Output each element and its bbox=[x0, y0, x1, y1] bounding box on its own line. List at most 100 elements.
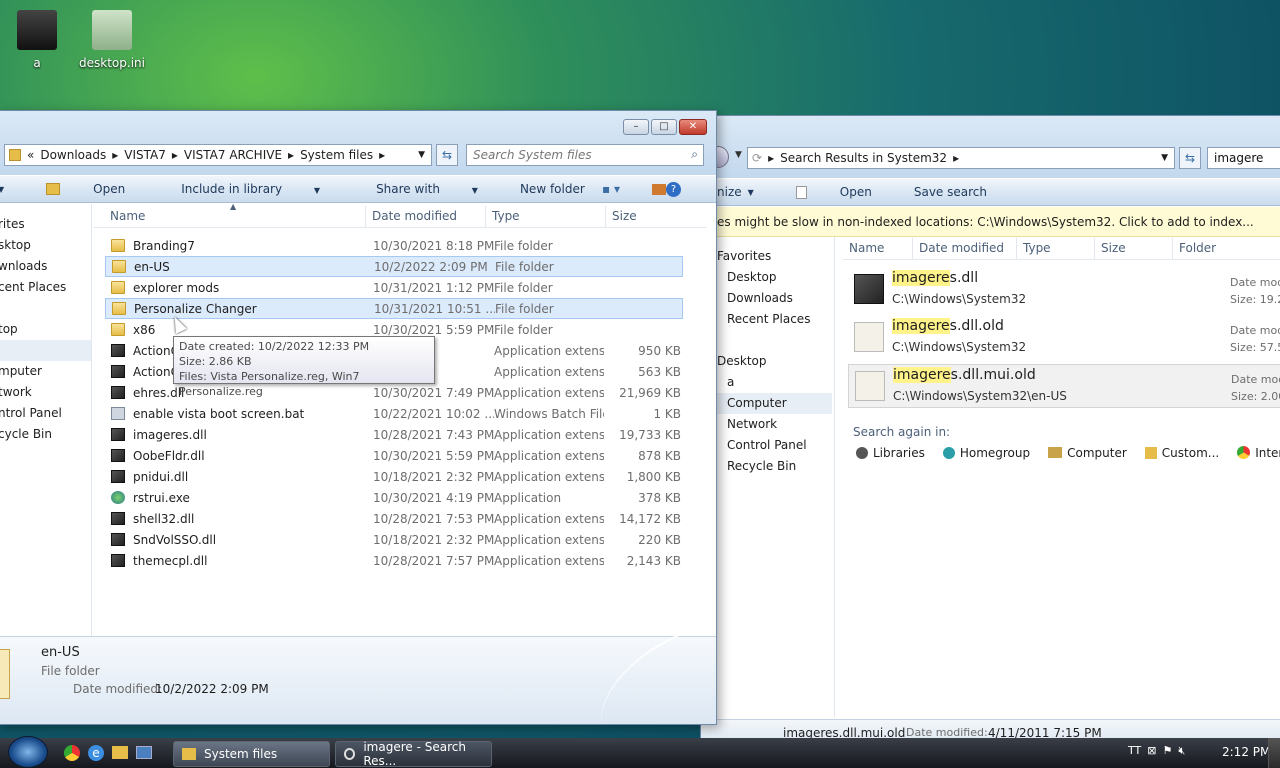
file-row[interactable]: themecpl.dll 10/28/2021 7:57 PM Applicatio… bbox=[105, 550, 683, 571]
file-row[interactable]: Branding7 10/30/2021 8:18 PM File folder bbox=[105, 235, 683, 256]
file-row[interactable]: pnidui.dll 10/18/2021 2:32 PM Application … bbox=[105, 466, 683, 487]
nav-computer[interactable]: mputer bbox=[0, 361, 91, 382]
breadcrumb-downloads[interactable]: Downloads bbox=[40, 148, 106, 162]
file-row[interactable]: explorer mods 10/31/2021 1:12 PM File fold… bbox=[105, 277, 683, 298]
open-button[interactable]: Open bbox=[782, 185, 886, 199]
breadcrumb-search-results[interactable]: Search Results in System32 bbox=[780, 151, 947, 165]
refresh-button[interactable]: ⇆ bbox=[436, 144, 458, 166]
taskbar-search-results[interactable]: imagere - Search Res... bbox=[335, 740, 492, 768]
nav-desktop-root[interactable]: Desktop bbox=[717, 351, 834, 372]
organize-button[interactable]: nize bbox=[717, 185, 742, 199]
search-internet-link[interactable]: Internet bbox=[1237, 446, 1280, 460]
view-options-icon[interactable]: ▪ ▾ bbox=[602, 182, 620, 196]
start-button[interactable] bbox=[8, 736, 48, 768]
col-date[interactable]: Date modified bbox=[366, 206, 486, 227]
open-button[interactable]: Open bbox=[32, 182, 139, 196]
include-library-button[interactable]: Include in library ▼ bbox=[167, 182, 334, 196]
volume-icon[interactable]: 🔇︎ bbox=[1178, 744, 1185, 758]
address-dropdown-icon[interactable]: ▼ bbox=[418, 150, 425, 160]
col-type[interactable]: Type bbox=[486, 206, 606, 227]
explorer-quicklaunch-icon[interactable] bbox=[112, 746, 128, 759]
column-headers: Name ▲ Date modified Type Size bbox=[94, 202, 706, 228]
col-name[interactable]: Name ▲ bbox=[94, 202, 366, 227]
desktop-icon-desktop-ini[interactable]: desktop.ini bbox=[77, 10, 147, 70]
nav-downloads[interactable]: Downloads bbox=[717, 288, 834, 309]
clock[interactable]: 2:12 PM bbox=[1222, 745, 1270, 759]
refresh-button[interactable]: ⇆ bbox=[1179, 147, 1201, 169]
nav-network[interactable]: Network bbox=[717, 414, 834, 435]
nav-user-a[interactable]: a bbox=[717, 372, 834, 393]
col-date[interactable]: Date modified bbox=[913, 238, 1017, 259]
nav-recycle-bin[interactable]: cycle Bin bbox=[0, 424, 91, 445]
file-icon bbox=[111, 554, 125, 567]
ie-quicklaunch-icon[interactable]: e bbox=[88, 745, 104, 761]
nav-desktop-root[interactable]: top bbox=[0, 319, 91, 340]
recent-pages-icon[interactable]: ▼ bbox=[735, 150, 742, 160]
nav-network[interactable]: twork bbox=[0, 382, 91, 403]
file-row[interactable]: OobeFldr.dll 10/30/2021 5:59 PM Applicatio… bbox=[105, 445, 683, 466]
search-libraries-link[interactable]: Libraries bbox=[856, 446, 925, 460]
help-icon[interactable]: ? bbox=[666, 181, 681, 197]
col-size[interactable]: Size bbox=[1095, 238, 1173, 259]
breadcrumb-overflow[interactable]: « bbox=[27, 148, 34, 162]
search-result-item[interactable]: imageres.dll.old C:\Windows\System32 Dat… bbox=[848, 316, 1280, 360]
breadcrumb-system-files[interactable]: System files bbox=[300, 148, 373, 162]
search-custom-link[interactable]: Custom... bbox=[1144, 446, 1219, 460]
search-result-item[interactable]: imageres.dll C:\Windows\System32 Date mo… bbox=[848, 268, 1280, 312]
file-row[interactable]: imageres.dll 10/28/2021 7:43 PM Applicatio… bbox=[105, 424, 683, 445]
col-name[interactable]: Name bbox=[843, 238, 913, 259]
nav-recycle-bin[interactable]: Recycle Bin bbox=[717, 456, 834, 477]
language-icon[interactable]: TT bbox=[1128, 744, 1141, 758]
nav-user-selected[interactable] bbox=[0, 340, 91, 361]
file-row[interactable]: en-US 10/2/2022 2:09 PM File folder bbox=[105, 256, 683, 277]
nav-control-panel[interactable]: ntrol Panel bbox=[0, 403, 91, 424]
search-address-bar[interactable]: ⟳ ▸ Search Results in System32 ▸ ▼ bbox=[747, 147, 1175, 169]
network-icon[interactable]: ⊠ bbox=[1147, 744, 1156, 758]
file-row[interactable]: rstrui.exe 10/30/2021 4:19 PM Application 3… bbox=[105, 487, 683, 508]
col-folder[interactable]: Folder bbox=[1173, 238, 1280, 259]
index-info-bar[interactable]: es might be slow in non-indexed location… bbox=[701, 207, 1280, 237]
search-homegroup-link[interactable]: Homegroup bbox=[942, 446, 1030, 460]
search-computer-link[interactable]: Computer bbox=[1048, 446, 1127, 460]
desktop-icon-a[interactable]: a bbox=[2, 10, 72, 70]
new-folder-button[interactable]: New folder bbox=[520, 182, 585, 196]
address-bar[interactable]: « Downloads ▸ VISTA7 ▸ VISTA7 ARCHIVE ▸ … bbox=[4, 144, 432, 166]
maximize-button[interactable]: □ bbox=[651, 119, 677, 135]
organize-dropdown-icon[interactable]: ▼ bbox=[0, 185, 4, 194]
close-button[interactable]: ✕ bbox=[679, 119, 707, 135]
save-search-button[interactable]: Save search bbox=[914, 185, 987, 199]
preview-pane-icon[interactable] bbox=[652, 183, 666, 195]
action-center-icon[interactable]: ⚑ bbox=[1162, 744, 1172, 758]
nav-favorites[interactable]: Favorites bbox=[717, 246, 834, 267]
col-size[interactable]: Size bbox=[606, 206, 686, 227]
show-desktop-icon[interactable] bbox=[136, 746, 152, 759]
taskbar-system-files[interactable]: System files bbox=[173, 741, 330, 767]
nav-favorites[interactable]: rites bbox=[0, 214, 91, 235]
computer-icon bbox=[1048, 447, 1063, 458]
search-input[interactable]: Search System files ⌕ bbox=[466, 144, 704, 166]
search-input[interactable]: imagere bbox=[1207, 147, 1280, 169]
share-with-button[interactable]: Share with ▼ bbox=[362, 182, 492, 196]
file-row[interactable]: shell32.dll 10/28/2021 7:53 PM Application… bbox=[105, 508, 683, 529]
minimize-button[interactable]: – bbox=[623, 119, 649, 135]
nav-computer[interactable]: Computer bbox=[717, 393, 832, 414]
search-result-item-selected[interactable]: imageres.dll.mui.old C:\Windows\System32… bbox=[848, 364, 1280, 408]
nav-downloads[interactable]: wnloads bbox=[0, 256, 91, 277]
file-row[interactable]: enable vista boot screen.bat 10/22/2021 1… bbox=[105, 403, 683, 424]
nav-desktop[interactable]: sktop bbox=[0, 235, 91, 256]
nav-control-panel[interactable]: Control Panel bbox=[717, 435, 834, 456]
nav-desktop[interactable]: Desktop bbox=[717, 267, 834, 288]
show-desktop-button[interactable] bbox=[1268, 738, 1280, 768]
breadcrumb-vista7-archive[interactable]: VISTA7 ARCHIVE bbox=[184, 148, 282, 162]
file-row[interactable]: SndVolSSO.dll 10/18/2021 2:32 PM Applicati… bbox=[105, 529, 683, 550]
nav-recent-places[interactable]: cent Places bbox=[0, 277, 91, 298]
breadcrumb-vista7[interactable]: VISTA7 bbox=[124, 148, 166, 162]
address-dropdown-icon[interactable]: ▼ bbox=[1161, 153, 1168, 163]
file-row[interactable]: Personalize Changer 10/31/2021 10:51 ... F… bbox=[105, 298, 683, 319]
nav-recent-places[interactable]: Recent Places bbox=[717, 309, 834, 330]
file-type: Application extens... bbox=[494, 364, 604, 379]
result-highlight: imagere bbox=[892, 270, 950, 286]
col-type[interactable]: Type bbox=[1017, 238, 1095, 259]
chrome-quicklaunch-icon[interactable] bbox=[64, 745, 80, 761]
